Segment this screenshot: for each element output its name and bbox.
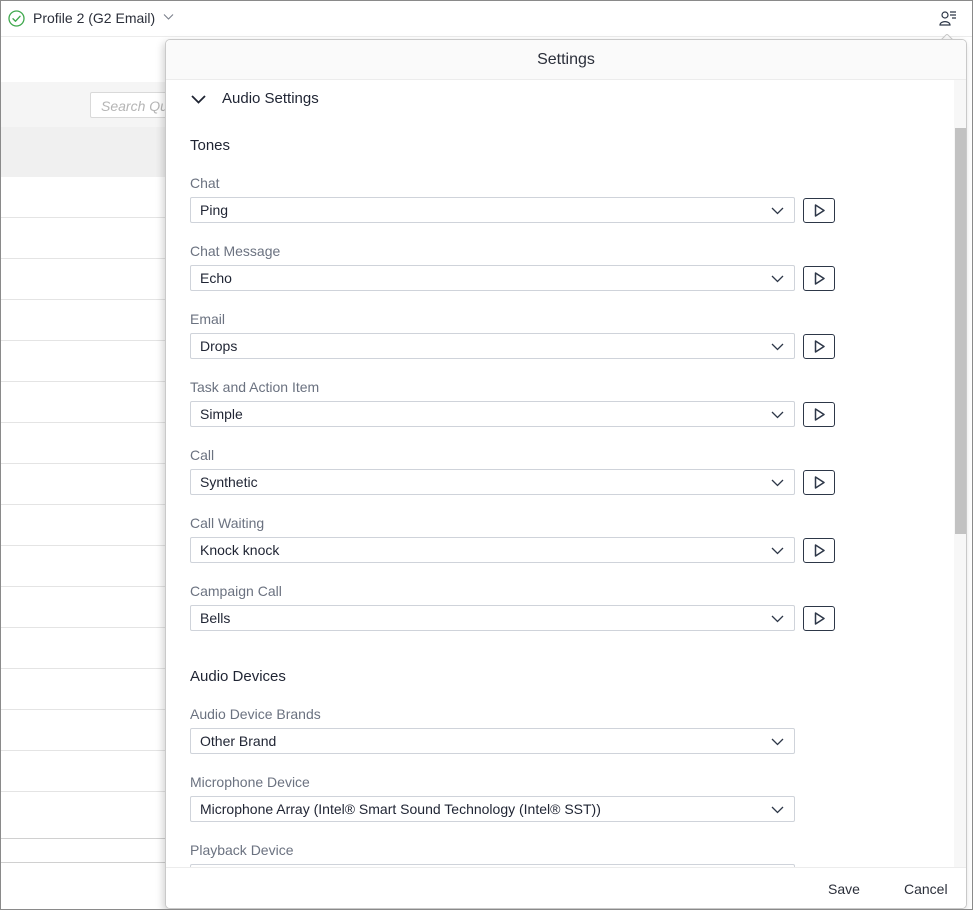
- select-value: Echo: [200, 270, 232, 286]
- task-tone-play-button[interactable]: [803, 402, 835, 427]
- scrollbar-thumb[interactable]: [955, 128, 966, 534]
- play-icon: [814, 476, 825, 489]
- select-value: Knock knock: [200, 542, 280, 558]
- chevron-down-icon: [771, 207, 784, 215]
- microphone-device-label: Microphone Device: [190, 774, 310, 790]
- check-circle-icon: [8, 10, 25, 27]
- table-row: [1, 504, 171, 505]
- play-icon: [814, 544, 825, 557]
- chat-tone-label: Chat: [190, 175, 220, 191]
- background-divider: [1, 862, 171, 863]
- select-value: Synthetic: [200, 474, 258, 490]
- campaign-call-tone-select[interactable]: Bells: [190, 605, 795, 631]
- play-icon: [814, 272, 825, 285]
- campaign-call-tone-play-button[interactable]: [803, 606, 835, 631]
- chat-tone-select[interactable]: Ping: [190, 197, 795, 223]
- settings-title: Settings: [537, 51, 595, 68]
- chevron-down-icon: [771, 479, 784, 487]
- call-waiting-tone-select[interactable]: Knock knock: [190, 537, 795, 563]
- chevron-down-icon: [771, 806, 784, 814]
- call-waiting-tone-label: Call Waiting: [190, 515, 265, 531]
- chevron-down-icon: [771, 343, 784, 351]
- call-tone-select[interactable]: Synthetic: [190, 469, 795, 495]
- play-icon: [814, 204, 825, 217]
- select-value: Microphone Array (Intel® Smart Sound Tec…: [200, 801, 601, 817]
- cancel-button[interactable]: Cancel: [904, 881, 948, 897]
- select-value: Simple: [200, 406, 243, 422]
- settings-panel: Settings Audio Settings Tones Chat Ping …: [165, 39, 967, 909]
- audio-settings-toggle[interactable]: Audio Settings: [190, 90, 390, 110]
- play-icon: [814, 612, 825, 625]
- section-title: Audio Settings: [222, 90, 319, 107]
- chat-tone-play-button[interactable]: [803, 198, 835, 223]
- table-row: [1, 340, 171, 341]
- chevron-down-icon[interactable]: [163, 13, 174, 21]
- save-button[interactable]: Save: [828, 881, 860, 897]
- chevron-down-icon: [771, 547, 784, 555]
- task-tone-label: Task and Action Item: [190, 379, 320, 395]
- chat-message-tone-select[interactable]: Echo: [190, 265, 795, 291]
- device-brands-label: Audio Device Brands: [190, 706, 321, 722]
- search-placeholder: Search Qu: [101, 98, 168, 114]
- table-row: [1, 381, 171, 382]
- task-tone-select[interactable]: Simple: [190, 401, 795, 427]
- background-divider: [1, 838, 171, 839]
- call-tone-label: Call: [190, 447, 215, 463]
- table-row: [1, 258, 171, 259]
- chevron-down-icon: [771, 738, 784, 746]
- select-value: Drops: [200, 338, 238, 354]
- table-row: [1, 422, 171, 423]
- chevron-down-icon: [771, 411, 784, 419]
- playback-device-label: Playback Device: [190, 842, 294, 858]
- play-icon: [814, 340, 825, 353]
- email-tone-play-button[interactable]: [803, 334, 835, 359]
- profile-selector-label[interactable]: Profile 2 (G2 Email): [33, 10, 155, 26]
- chat-message-tone-play-button[interactable]: [803, 266, 835, 291]
- table-row: [1, 463, 171, 464]
- table-row: [1, 545, 171, 546]
- chevron-down-icon: [771, 275, 784, 283]
- tones-heading: Tones: [190, 137, 231, 154]
- microphone-device-select[interactable]: Microphone Array (Intel® Smart Sound Tec…: [190, 796, 795, 822]
- table-row: [1, 668, 171, 669]
- device-brands-select[interactable]: Other Brand: [190, 728, 795, 754]
- table-row: [1, 217, 171, 218]
- chevron-down-icon: [191, 95, 206, 104]
- select-value: Ping: [200, 202, 229, 218]
- user-menu-icon[interactable]: [939, 10, 957, 26]
- table-row: [1, 709, 171, 710]
- table-row: [1, 791, 171, 792]
- email-tone-select[interactable]: Drops: [190, 333, 795, 359]
- background-table-header: [1, 127, 171, 177]
- chat-message-tone-label: Chat Message: [190, 243, 281, 259]
- table-row: [1, 299, 171, 300]
- audio-devices-heading: Audio Devices: [190, 668, 286, 685]
- chevron-down-icon: [771, 615, 784, 623]
- settings-footer: Save Cancel: [166, 867, 966, 908]
- top-bar: Profile 2 (G2 Email): [1, 1, 972, 37]
- call-waiting-tone-play-button[interactable]: [803, 538, 835, 563]
- call-tone-play-button[interactable]: [803, 470, 835, 495]
- table-row: [1, 750, 171, 751]
- campaign-call-tone-label: Campaign Call: [190, 583, 282, 599]
- email-tone-label: Email: [190, 311, 226, 327]
- select-value: Other Brand: [200, 733, 277, 749]
- settings-header: Settings: [166, 40, 966, 80]
- table-row: [1, 627, 171, 628]
- table-row: [1, 586, 171, 587]
- select-value: Bells: [200, 610, 231, 626]
- app-window: Profile 2 (G2 Email) Search Qu Settings: [0, 0, 973, 910]
- play-icon: [814, 408, 825, 421]
